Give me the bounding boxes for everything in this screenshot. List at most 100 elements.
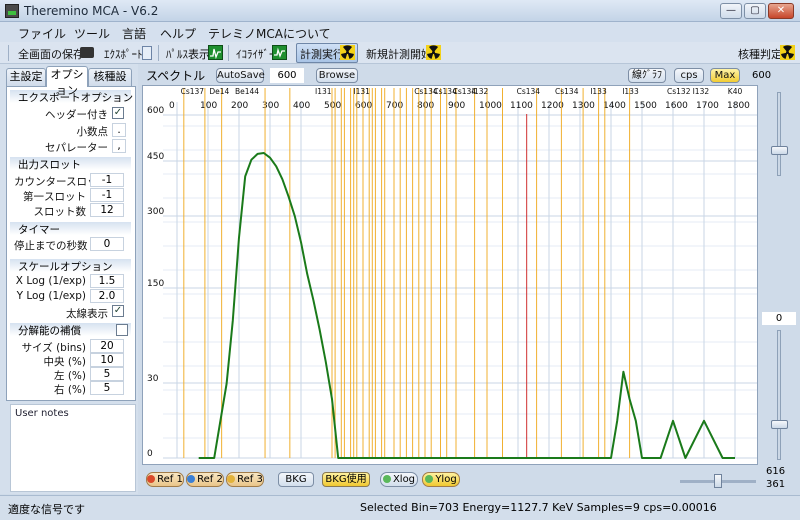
- xlog-button[interactable]: Xlog: [380, 472, 418, 487]
- minimize-button[interactable]: —: [720, 3, 742, 19]
- x-tick-label: 1000: [479, 101, 502, 111]
- document-icon[interactable]: [142, 46, 152, 60]
- equalizer-button[interactable]: ｲｺﾗｲｻﾞｰ: [236, 46, 275, 62]
- menu-language[interactable]: 言語: [122, 25, 146, 42]
- max-button[interactable]: Max: [710, 68, 740, 83]
- ref1-button[interactable]: Ref 1: [146, 472, 184, 487]
- tab-main-settings[interactable]: 主設定: [6, 68, 46, 86]
- isotope-label: I132: [472, 87, 489, 96]
- isotope-label: De14: [209, 87, 229, 96]
- isotope-label: Cs134: [555, 87, 579, 96]
- x-tick-label: 500: [324, 101, 341, 111]
- x-tick-label: 800: [417, 101, 434, 111]
- menu-tools[interactable]: ツール: [74, 25, 110, 42]
- x-tick-label: 200: [231, 101, 248, 111]
- center-pct-label: 中央 (%): [43, 356, 86, 368]
- x-tick-label: 1400: [603, 101, 626, 111]
- ylog-button[interactable]: Ylog: [422, 472, 460, 487]
- gain-slider-thumb[interactable]: [771, 146, 788, 155]
- left-pct-input[interactable]: 5: [90, 367, 124, 381]
- user-notes-label: User notes: [15, 408, 69, 419]
- browse-button[interactable]: Browse: [316, 68, 358, 83]
- autosave-input[interactable]: 600: [270, 68, 304, 83]
- nuclide-id-button[interactable]: 核種判定: [738, 46, 782, 62]
- y-tick-label: 0: [147, 449, 153, 459]
- ref1-dot-icon: [147, 475, 156, 483]
- isotope-label: Cs132: [667, 87, 691, 96]
- x-tick-label: 0: [169, 101, 175, 111]
- decimal-point-input[interactable]: .: [112, 123, 126, 137]
- status-bar: 適度な信号です Selected Bin=703 Energy=1127.7 K…: [0, 495, 800, 520]
- isotope-label: I131: [315, 87, 332, 96]
- output-slots-title: 出力スロット: [18, 159, 81, 171]
- size-bins-label: サイズ (bins): [21, 342, 86, 354]
- cps-button[interactable]: cps: [674, 68, 704, 83]
- toolbar-separator: [158, 45, 159, 61]
- radiation-icon: [426, 45, 441, 60]
- equalizer-wave-icon[interactable]: [272, 45, 287, 60]
- menu-about[interactable]: テレミノMCAについて: [208, 25, 331, 42]
- thick-line-checkbox[interactable]: ✓: [112, 305, 124, 317]
- x-tick-label: 1600: [665, 101, 688, 111]
- x-log-input[interactable]: 1.5: [90, 274, 124, 288]
- size-bins-input[interactable]: 20: [90, 339, 124, 353]
- maximize-button[interactable]: ▢: [744, 3, 766, 19]
- x-tick-label: 100: [200, 101, 217, 111]
- right-pct-input[interactable]: 5: [90, 381, 124, 395]
- center-pct-input[interactable]: 10: [90, 353, 124, 367]
- seconds-to-stop-input[interactable]: 0: [90, 237, 124, 251]
- y-tick-label: 150: [147, 279, 164, 289]
- y-tick-label: 600: [147, 106, 164, 116]
- counter-slot-input[interactable]: -1: [90, 173, 124, 187]
- line-graph-button[interactable]: 線ｸﾞﾗﾌ: [628, 68, 666, 83]
- ylog-dot-icon: [425, 475, 434, 483]
- with-header-checkbox[interactable]: ✓: [112, 107, 124, 119]
- offset-slider-thumb[interactable]: [771, 420, 788, 429]
- y-log-input[interactable]: 2.0: [90, 289, 124, 303]
- x-tick-label: 1800: [727, 101, 750, 111]
- app-icon: [5, 4, 19, 18]
- thick-line-label: 太線表示: [66, 308, 108, 320]
- menu-file[interactable]: ファイル: [18, 25, 66, 42]
- separator-label: セパレーター: [45, 142, 108, 154]
- resolution-title: 分解能の補償: [18, 325, 81, 337]
- gain-slider-track[interactable]: [777, 92, 781, 176]
- ref2-button[interactable]: Ref 2: [186, 472, 224, 487]
- export-button[interactable]: ｴｸｽﾎﾟｰﾄ: [104, 46, 143, 62]
- autosave-button[interactable]: AutoSave: [216, 68, 265, 83]
- radiation-icon: [780, 45, 795, 60]
- new-measure-button[interactable]: 新規計測開始: [366, 46, 432, 62]
- tab-nuclide-settings[interactable]: 核種設定: [88, 68, 132, 99]
- camera-icon[interactable]: [80, 47, 94, 58]
- x-tick-label: 1200: [541, 101, 564, 111]
- separator-input[interactable]: ,: [112, 139, 126, 153]
- resolution-checkbox[interactable]: [116, 324, 128, 336]
- ref3-button[interactable]: Ref 3: [226, 472, 264, 487]
- close-button[interactable]: ✕: [768, 3, 794, 19]
- save-all-button[interactable]: 全画面の保存: [18, 46, 84, 62]
- isotope-label: I133: [590, 87, 607, 96]
- first-slot-input[interactable]: -1: [90, 188, 124, 202]
- hslider-thumb[interactable]: [714, 474, 722, 488]
- bkg-use-button[interactable]: BKG使用: [322, 472, 370, 487]
- pulse-view-button[interactable]: ﾊﾟﾙｽ表示: [166, 46, 210, 62]
- spectrum-series-line: [198, 152, 735, 459]
- menu-help[interactable]: ヘルプ: [160, 25, 196, 42]
- slot-count-input[interactable]: 12: [90, 203, 124, 217]
- spectrum-chart[interactable]: 030150300450600 0 100 200 300 400 500 600 700 800…: [143, 86, 757, 464]
- decimal-point-label: 小数点: [76, 126, 109, 138]
- pulse-wave-icon[interactable]: [208, 45, 223, 60]
- y-tick-label: 450: [147, 152, 164, 162]
- spectrum-plot[interactable]: 0 30 150 300 450 600 0 100 200 300 400 500 600 700 800…: [142, 85, 758, 465]
- x-log-label: X Log (1/exp): [15, 275, 86, 287]
- x-tick-label: 700: [386, 101, 403, 111]
- bottom-value-2: 361: [766, 479, 786, 490]
- isotope-label: I133: [622, 87, 639, 96]
- offset-slider-track[interactable]: [777, 330, 781, 460]
- tab-options[interactable]: オプション: [46, 66, 88, 97]
- bkg-button[interactable]: BKG: [278, 472, 314, 487]
- seconds-to-stop-label: 停止までの秒数: [14, 240, 88, 252]
- user-notes-box[interactable]: User notes: [10, 404, 136, 492]
- counter-slot-label: カウンタースロット: [14, 176, 108, 188]
- x-tick-label: 1500: [634, 101, 657, 111]
